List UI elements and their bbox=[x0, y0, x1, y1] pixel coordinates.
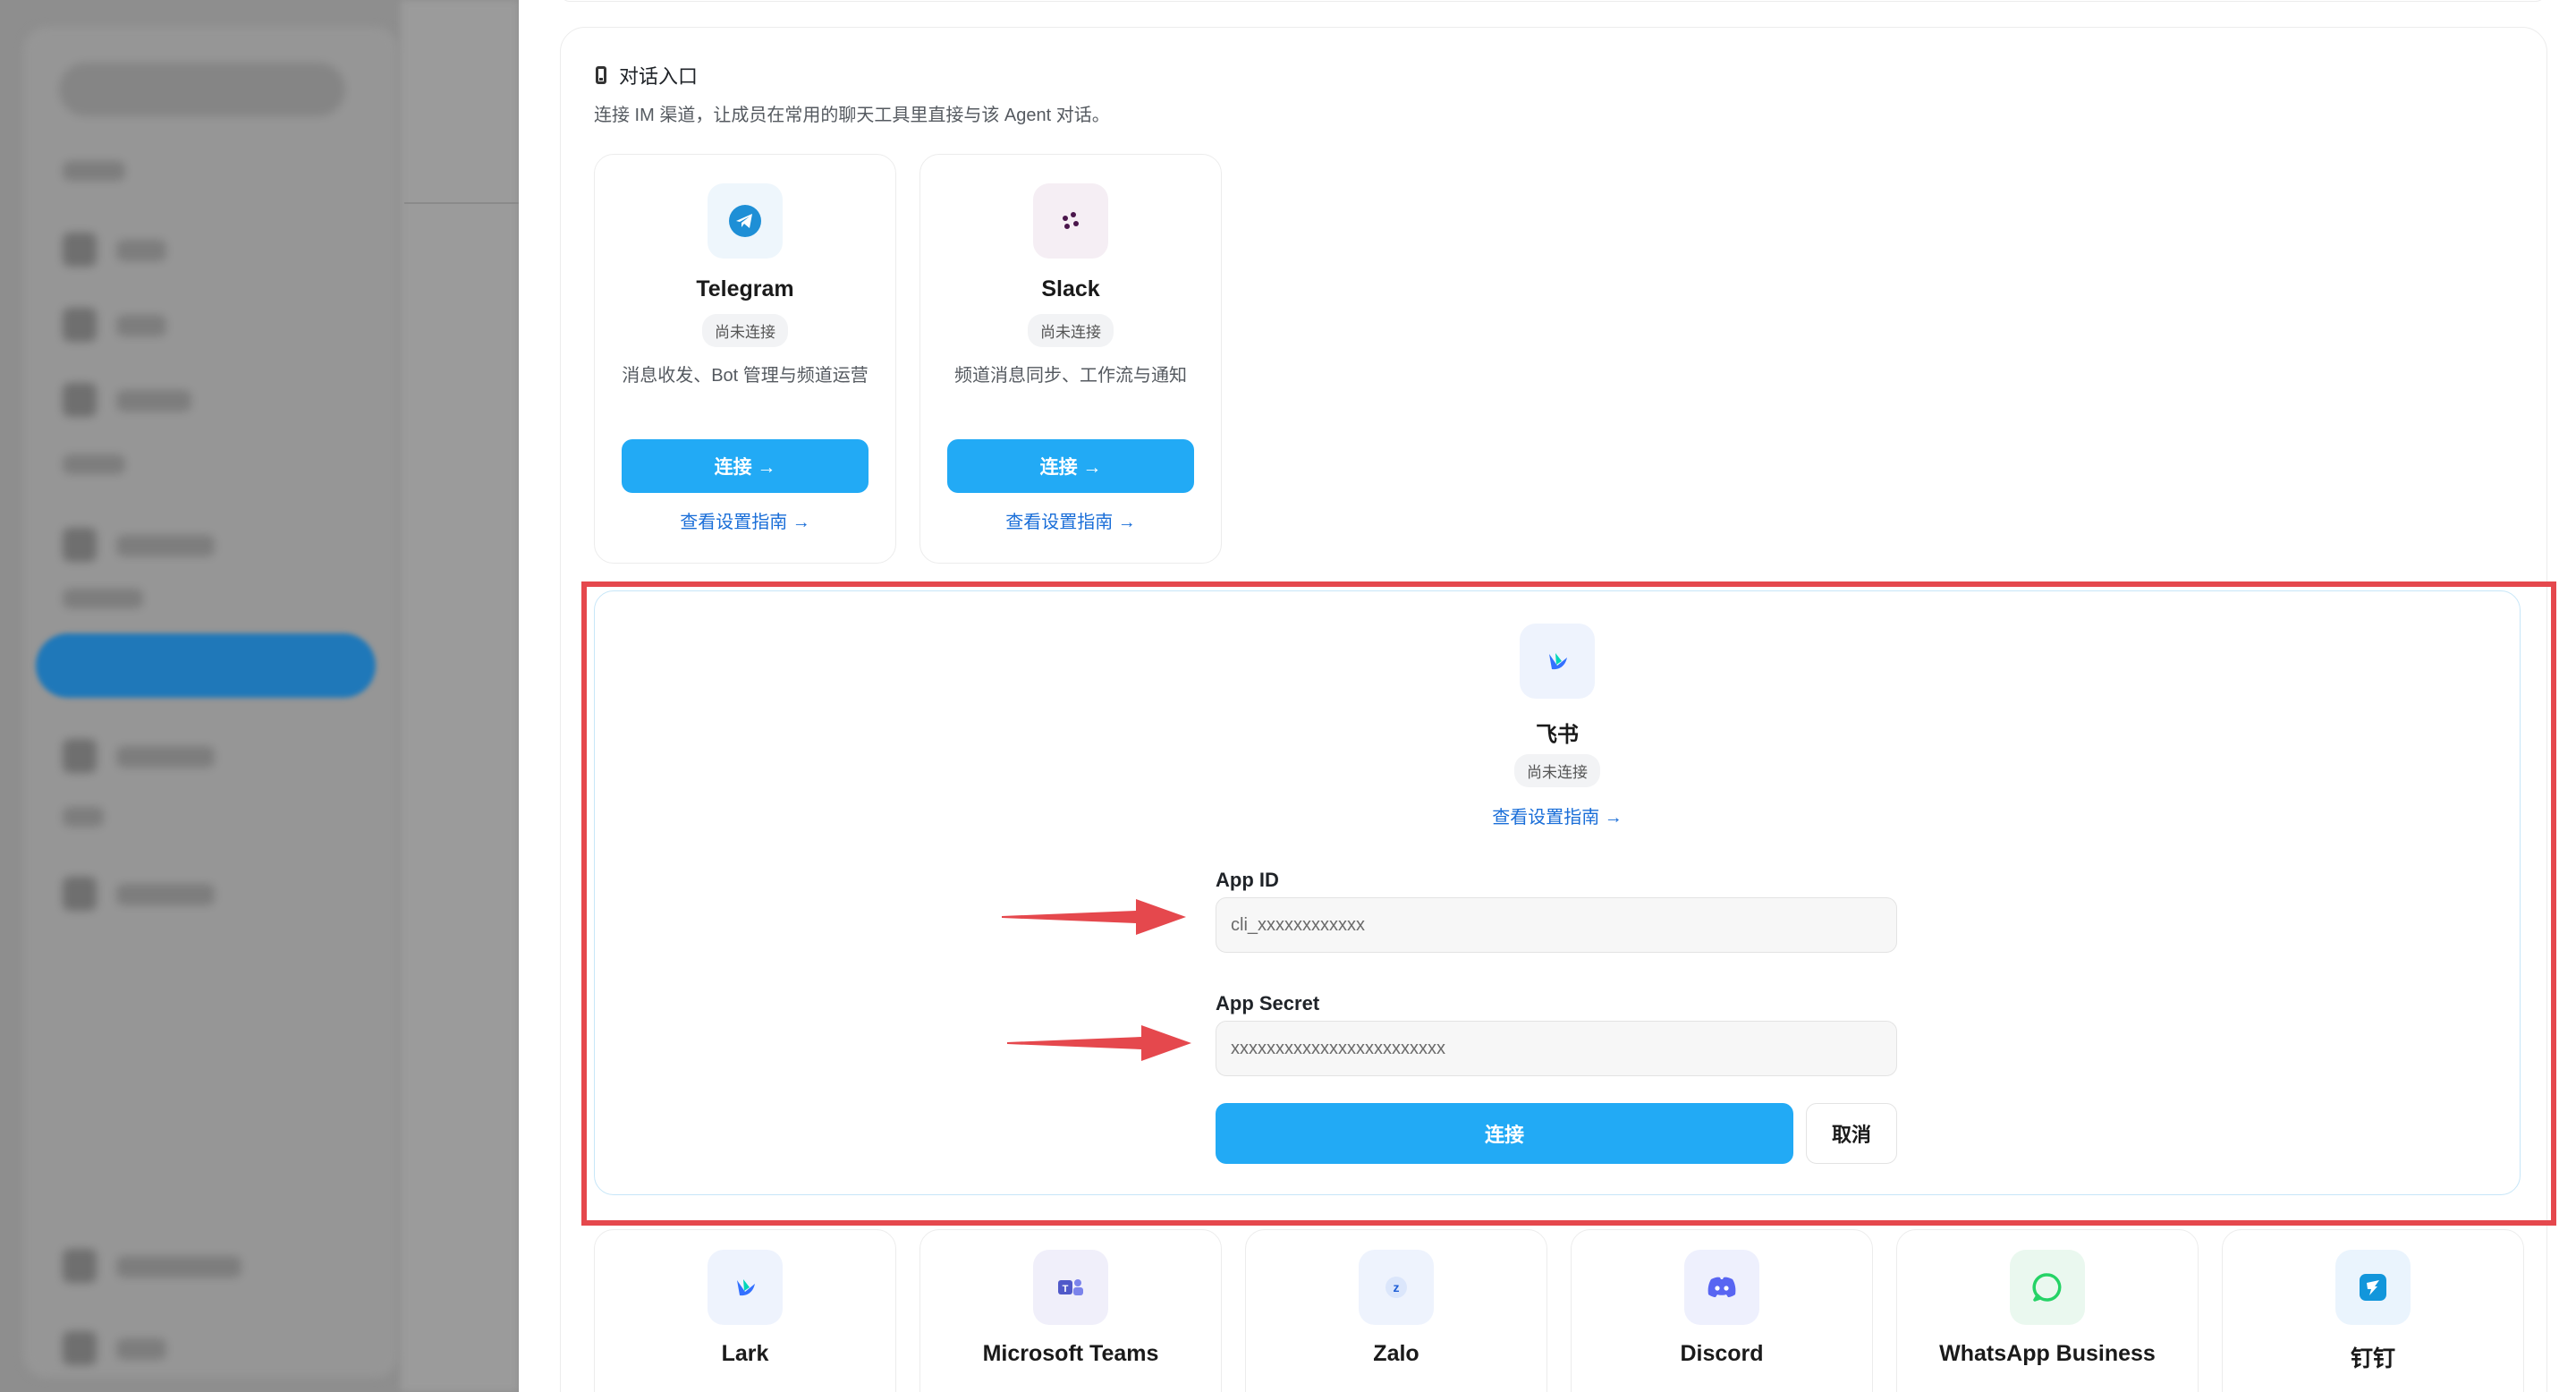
sidebar-panel bbox=[23, 27, 399, 1378]
sidebar-item-icon bbox=[63, 1331, 97, 1365]
channel-name: Discord bbox=[1680, 1341, 1764, 1366]
status-badge: 尚未连接 bbox=[1028, 314, 1114, 347]
annotation-arrow-icon bbox=[1002, 899, 1186, 935]
setup-guide-link[interactable]: 查看设置指南 → bbox=[920, 507, 1221, 533]
sidebar-item-icon bbox=[63, 233, 97, 267]
channel-card-lark: Lark bbox=[594, 1229, 896, 1392]
channel-name: Microsoft Teams bbox=[982, 1341, 1159, 1366]
sidebar-section-label bbox=[63, 807, 104, 827]
phone-icon bbox=[596, 66, 606, 84]
divider bbox=[404, 202, 519, 204]
zalo-icon: z bbox=[1359, 1250, 1434, 1325]
channel-name: 钉钉 bbox=[2350, 1346, 2395, 1371]
section-description: 连接 IM 渠道，让成员在常用的聊天工具里直接与该 Agent 对话。 bbox=[594, 106, 1110, 125]
sidebar-item-label bbox=[116, 746, 215, 768]
slack-icon bbox=[1033, 183, 1108, 259]
sidebar-item-icon bbox=[63, 308, 97, 342]
svg-text:z: z bbox=[1394, 1280, 1400, 1294]
channel-card-slack: Slack 尚未连接 频道消息同步、工作流与通知 连接 → 查看设置指南 → bbox=[919, 154, 1222, 564]
sidebar-item-label bbox=[116, 535, 215, 556]
status-badge: 尚未连接 bbox=[702, 314, 788, 347]
channel-card-teams: T Microsoft Teams bbox=[919, 1229, 1222, 1392]
teams-icon: T bbox=[1033, 1250, 1108, 1325]
sidebar-section-label bbox=[63, 589, 143, 608]
previous-section-card bbox=[560, 0, 2546, 2]
connect-button[interactable]: 连接 → bbox=[622, 439, 869, 493]
channel-name: Slack bbox=[1041, 276, 1100, 301]
channel-card-zalo: z Zalo bbox=[1245, 1229, 1547, 1392]
highlight-box bbox=[581, 581, 2556, 1226]
sidebar-item-icon bbox=[63, 383, 97, 417]
connect-button[interactable]: 连接 → bbox=[947, 439, 1194, 493]
sidebar-item-label bbox=[116, 390, 191, 412]
setup-guide-link[interactable]: 查看设置指南 → bbox=[595, 507, 895, 533]
dingtalk-icon bbox=[2335, 1250, 2411, 1325]
channel-name: Zalo bbox=[1373, 1341, 1419, 1366]
channel-card-whatsapp: WhatsApp Business bbox=[1896, 1229, 2199, 1392]
channel-card-telegram: Telegram 尚未连接 消息收发、Bot 管理与频道运营 连接 → 查看设置… bbox=[594, 154, 896, 564]
channel-card-dingtalk: 钉钉 bbox=[2222, 1229, 2524, 1392]
channel-card-discord: Discord bbox=[1571, 1229, 1873, 1392]
channel-name: WhatsApp Business bbox=[1939, 1341, 2156, 1366]
channel-description: 频道消息同步、工作流与通知 bbox=[954, 366, 1187, 386]
section-title: 对话入口 bbox=[596, 61, 698, 89]
sidebar-item-label bbox=[116, 240, 166, 261]
channel-name: Telegram bbox=[696, 276, 794, 301]
channel-name: Lark bbox=[721, 1341, 769, 1366]
sidebar-blurred bbox=[0, 0, 519, 1392]
sidebar-section-label bbox=[63, 161, 125, 181]
sidebar-item-active[interactable] bbox=[36, 633, 376, 698]
annotation-arrow-icon bbox=[1007, 1025, 1191, 1061]
sidebar-item-icon bbox=[63, 1249, 97, 1283]
sidebar-item-label bbox=[116, 1256, 242, 1277]
section-title-text: 对话入口 bbox=[619, 65, 699, 88]
whatsapp-icon bbox=[2010, 1250, 2085, 1325]
sidebar-item-label bbox=[116, 884, 215, 905]
sidebar-item-label bbox=[116, 315, 166, 336]
svg-text:T: T bbox=[1063, 1284, 1069, 1294]
telegram-icon bbox=[708, 183, 783, 259]
discord-icon bbox=[1684, 1250, 1759, 1325]
sidebar-item-icon bbox=[63, 528, 97, 562]
sidebar-item-icon bbox=[63, 739, 97, 773]
sidebar-section-label bbox=[63, 454, 125, 474]
sidebar-item-icon bbox=[63, 877, 97, 911]
sidebar-item-label bbox=[116, 1338, 166, 1360]
channel-description: 消息收发、Bot 管理与频道运营 bbox=[622, 366, 869, 386]
workspace-switcher bbox=[59, 63, 345, 116]
lark-icon bbox=[708, 1250, 783, 1325]
page-header-blurred bbox=[401, 0, 519, 1392]
